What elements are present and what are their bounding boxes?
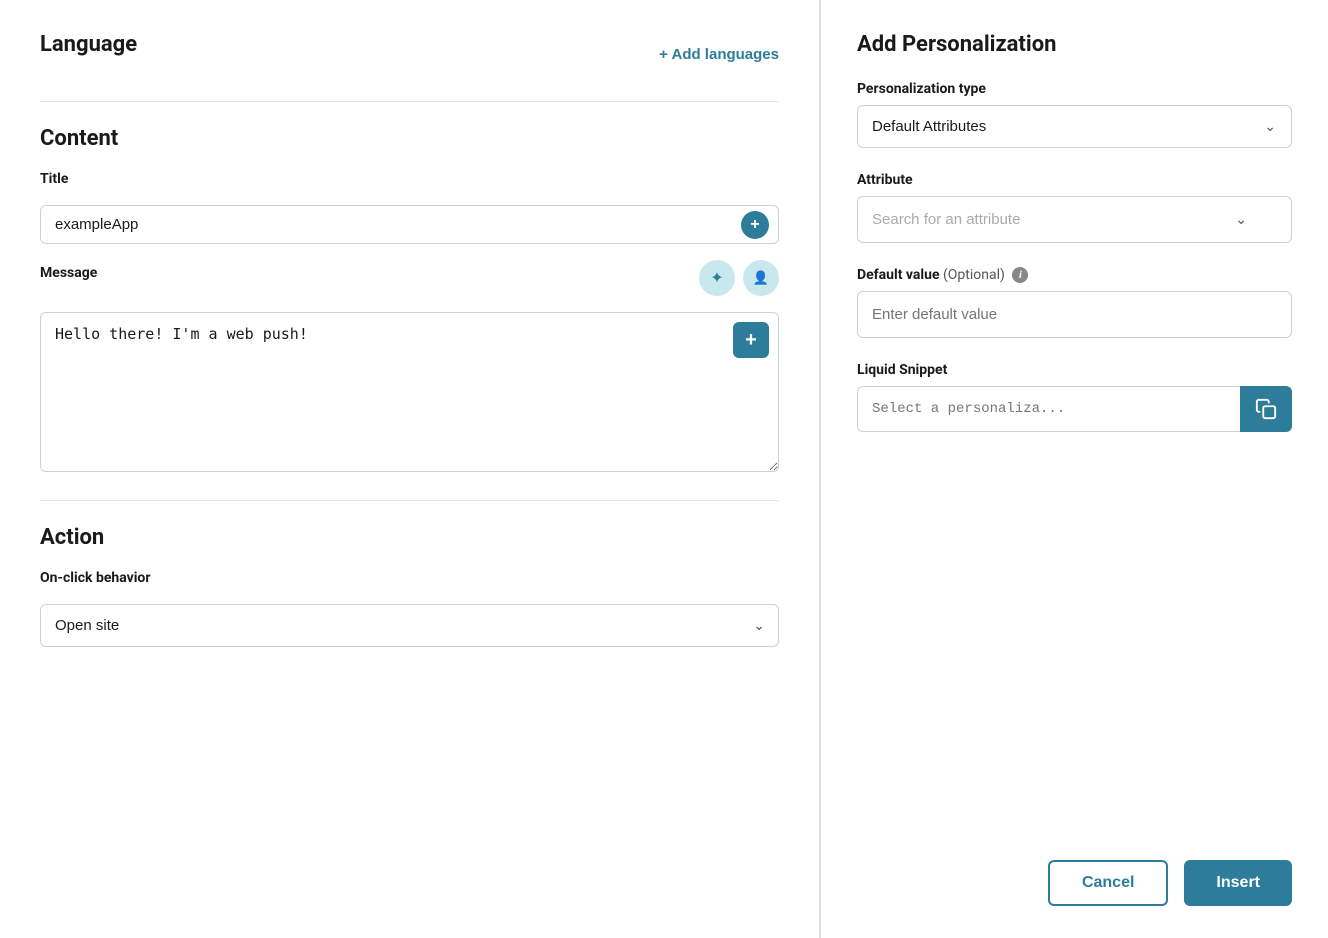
add-languages-button[interactable]: + Add languages bbox=[659, 46, 779, 63]
title-input[interactable] bbox=[40, 205, 779, 244]
liquid-copy-button[interactable] bbox=[1240, 386, 1292, 432]
personalization-type-wrapper: Default Attributes Custom Attributes Eve… bbox=[857, 105, 1292, 148]
message-toolbar: ✦ 👤 bbox=[699, 260, 779, 296]
message-area-wrapper: Hello there! I'm a web push! + bbox=[40, 312, 779, 476]
insert-button[interactable]: Insert bbox=[1184, 860, 1292, 906]
on-click-behavior-group: On-click behavior Open site Open URL Do … bbox=[40, 570, 779, 647]
panel-footer: Cancel Insert bbox=[857, 844, 1292, 906]
attribute-dropdown-wrapper: Search for an attribute ⌄ bbox=[857, 196, 1292, 243]
language-section-title: Language bbox=[40, 32, 137, 57]
panel-title: Add Personalization bbox=[857, 32, 1292, 57]
optional-label: (Optional) bbox=[943, 267, 1005, 283]
info-icon: i bbox=[1012, 267, 1028, 283]
personalization-type-select[interactable]: Default Attributes Custom Attributes Eve… bbox=[857, 105, 1292, 148]
on-click-select[interactable]: Open site Open URL Do nothing bbox=[40, 604, 779, 647]
attribute-search-dropdown[interactable]: Search for an attribute ⌄ bbox=[857, 196, 1292, 243]
liquid-snippet-input[interactable] bbox=[857, 386, 1240, 432]
liquid-snippet-group: Liquid Snippet bbox=[857, 362, 1292, 432]
language-section-header: Language + Add languages bbox=[40, 32, 779, 77]
default-value-group: Default value (Optional) i bbox=[857, 267, 1292, 338]
attribute-group: Attribute Search for an attribute ⌄ bbox=[857, 172, 1292, 243]
plus-icon: + bbox=[750, 216, 759, 234]
default-value-input[interactable] bbox=[857, 291, 1292, 338]
message-add-button[interactable]: + bbox=[733, 322, 769, 358]
title-input-wrapper: + bbox=[40, 205, 779, 244]
sparkle-button[interactable]: ✦ bbox=[699, 260, 735, 296]
copy-icon bbox=[1255, 398, 1277, 420]
cancel-button[interactable]: Cancel bbox=[1048, 860, 1168, 906]
message-textarea[interactable]: Hello there! I'm a web push! bbox=[40, 312, 779, 472]
content-section-title: Content bbox=[40, 126, 779, 151]
content-action-divider bbox=[40, 500, 779, 501]
message-field-label: Message bbox=[40, 265, 97, 281]
attribute-label: Attribute bbox=[857, 172, 1292, 188]
title-field-group: Title + bbox=[40, 171, 779, 260]
attribute-chevron-icon: ⌄ bbox=[1235, 211, 1247, 228]
on-click-select-wrapper: Open site Open URL Do nothing ⌄ bbox=[40, 604, 779, 647]
action-section-title: Action bbox=[40, 525, 779, 550]
title-field-label: Title bbox=[40, 171, 779, 187]
message-plus-icon: + bbox=[745, 329, 757, 352]
sparkle-icon: ✦ bbox=[710, 268, 723, 288]
liquid-snippet-label: Liquid Snippet bbox=[857, 362, 1292, 378]
on-click-label: On-click behavior bbox=[40, 570, 779, 586]
personalization-type-label: Personalization type bbox=[857, 81, 1292, 97]
default-value-label-text: Default value bbox=[857, 267, 940, 283]
default-value-label: Default value (Optional) i bbox=[857, 267, 1292, 283]
personalization-type-group: Personalization type Default Attributes … bbox=[857, 81, 1292, 148]
left-panel: Language + Add languages Content Title +… bbox=[0, 0, 820, 938]
add-person-icon: 👤 bbox=[753, 270, 769, 286]
attribute-placeholder-text: Search for an attribute bbox=[872, 211, 1020, 228]
add-person-button[interactable]: 👤 bbox=[743, 260, 779, 296]
liquid-snippet-wrapper bbox=[857, 386, 1292, 432]
right-panel: Add Personalization Personalization type… bbox=[820, 0, 1328, 938]
language-divider bbox=[40, 101, 779, 102]
title-add-button[interactable]: + bbox=[741, 211, 769, 239]
message-field-group: Message ✦ 👤 Hello there! I'm a web push!… bbox=[40, 260, 779, 476]
